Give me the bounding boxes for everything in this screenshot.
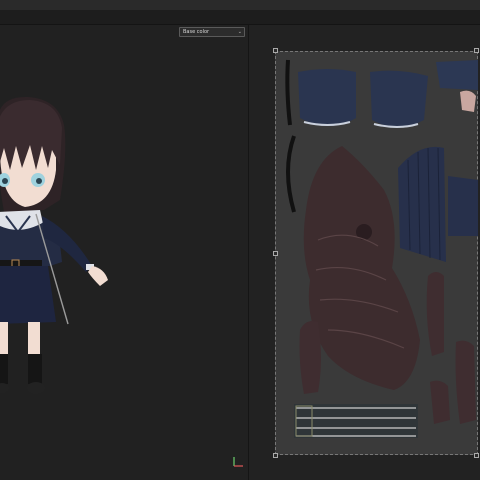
- uv-island-sleeve-right: [370, 70, 428, 127]
- uv-island-top-right: [436, 60, 478, 90]
- axis-gizmo-icon: [233, 457, 243, 467]
- uv-island-hair-strand: [299, 321, 321, 394]
- uv-island-torso-right: [448, 176, 478, 236]
- uv-island-ribbon-mid: [286, 135, 296, 213]
- uv-island-strap: [294, 404, 418, 438]
- uv-island-sleeve-left: [298, 69, 356, 126]
- texture-atlas: [285, 59, 478, 438]
- uv-island-ribbon-top: [285, 59, 292, 126]
